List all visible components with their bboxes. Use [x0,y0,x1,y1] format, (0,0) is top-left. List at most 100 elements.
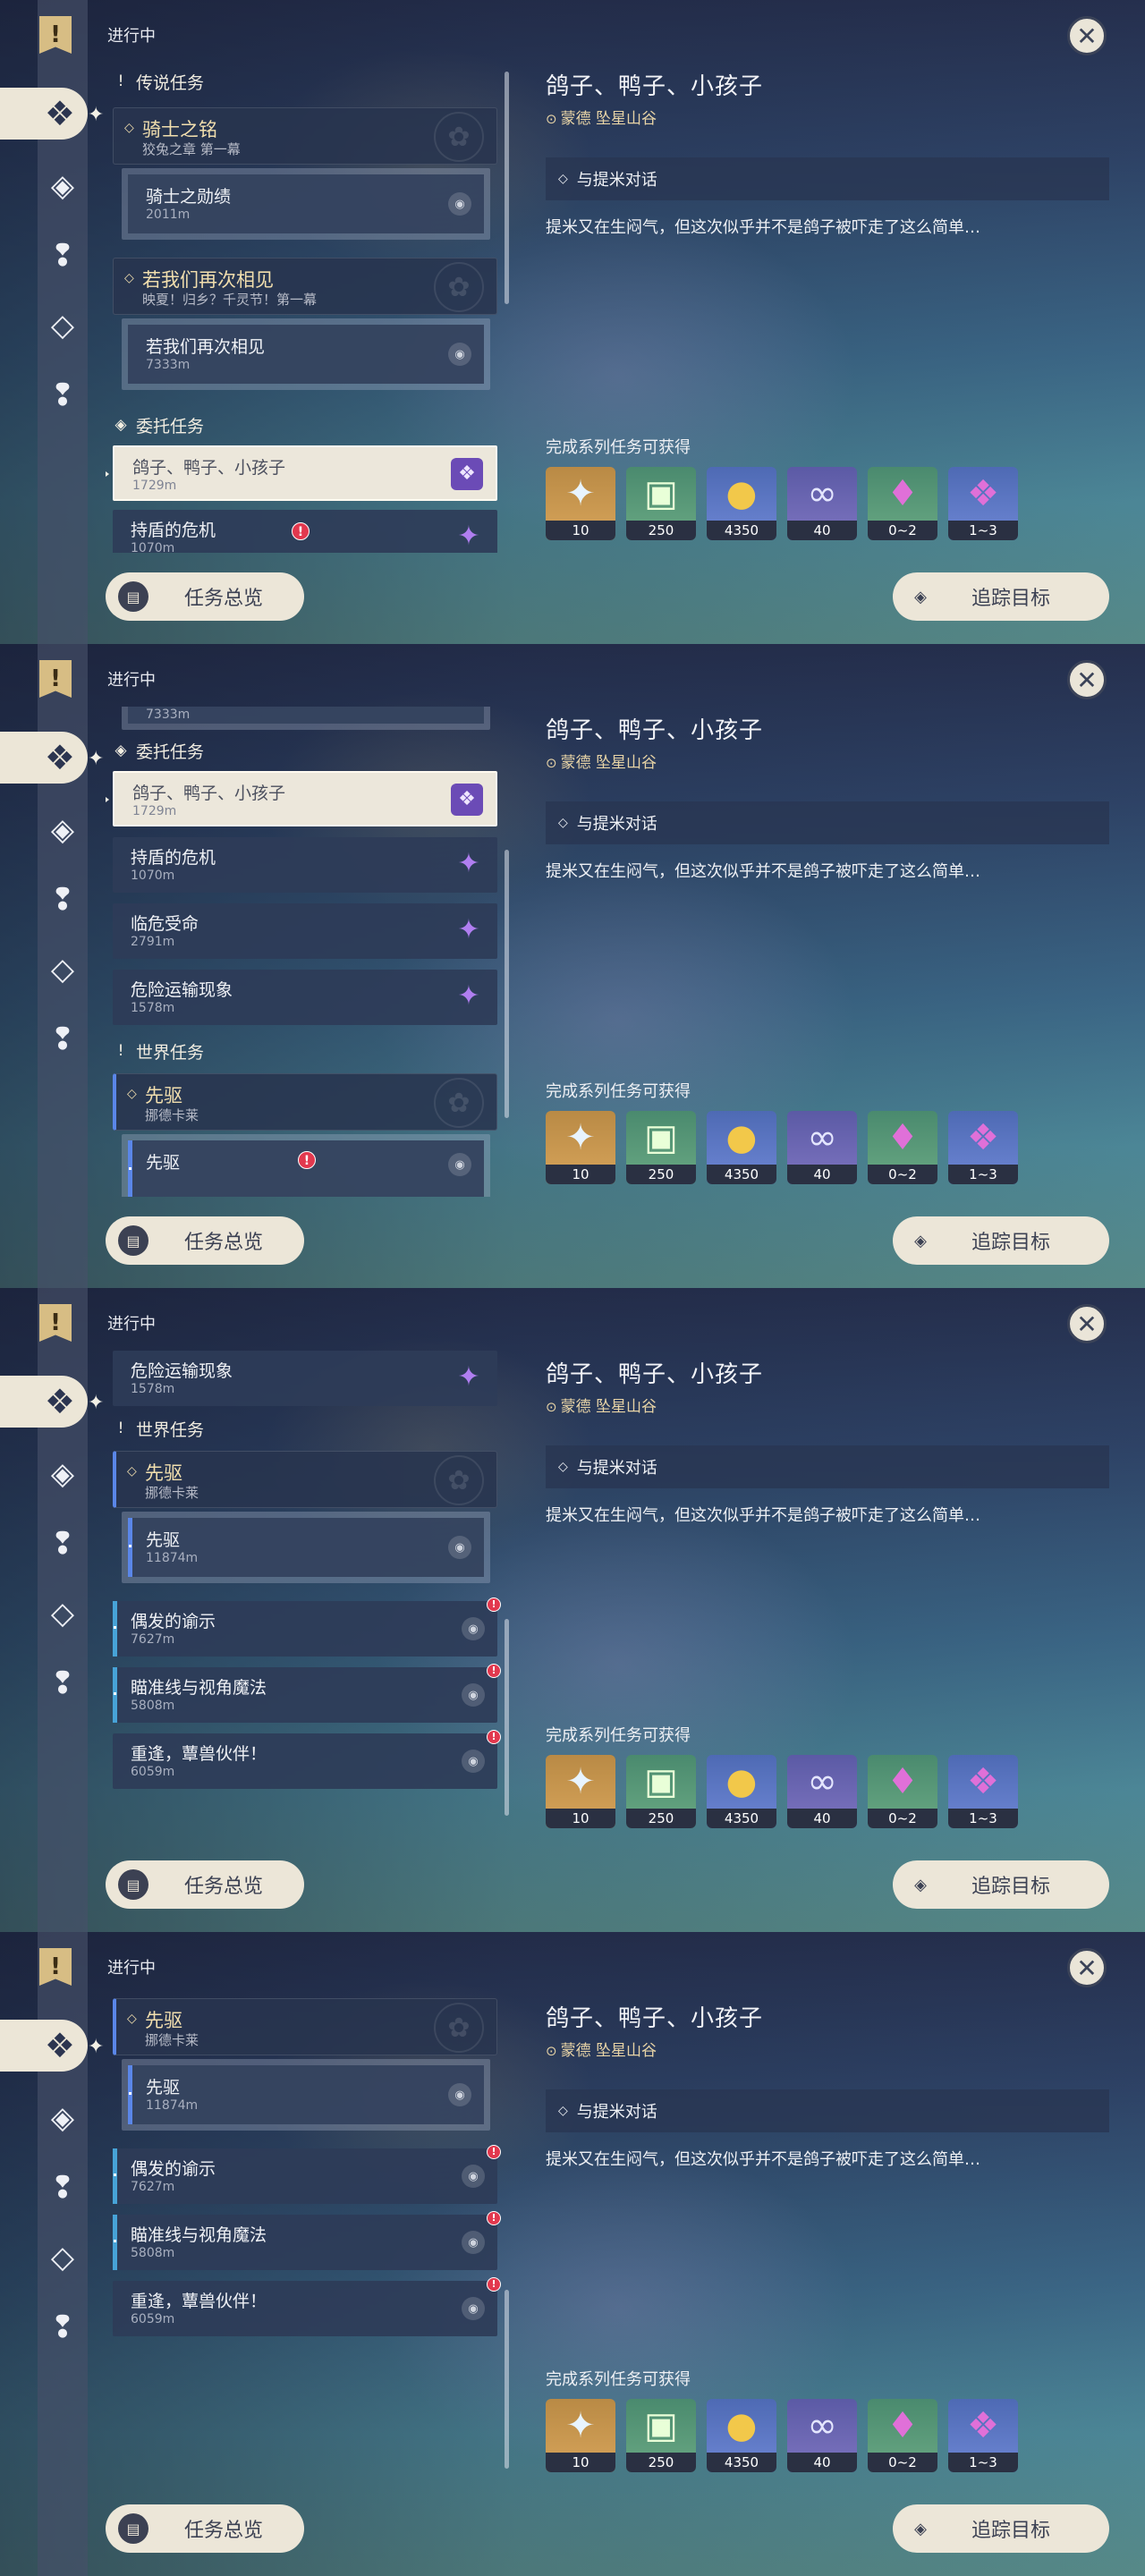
reward-mora[interactable]: ● 4350 [707,1111,776,1184]
tab-all-quests[interactable]: ❖ [0,732,88,784]
quest-list[interactable]: ! 传说任务 ◇ 骑士之铭 狡兔之章 第一幕 ✿ 骑士之勋绩 2011m ◉ ◇ … [106,63,506,553]
world-item-oracle[interactable]: 偶发的谕示 7627m ! ◉ [113,1597,501,1657]
tab-commission[interactable]: ◇ [34,297,91,354]
location-pin-icon[interactable]: ◉ [448,192,471,216]
tab-archon-quest[interactable]: ◈ [34,801,91,859]
location-pin-icon[interactable]: ◉ [462,1750,485,1773]
commission-item-pigeons[interactable]: 鸽子、鸭子、小孩子 1729m ❖ [106,771,497,826]
reward-mora[interactable]: ● 4350 [707,1755,776,1828]
close-button[interactable]: ✕ [1067,1948,1107,1987]
location-pin-icon[interactable]: ◉ [462,1617,485,1640]
commission-item-transport[interactable]: 危险运输现象 1578m ✦ [113,1351,497,1406]
reward-crystal-chunk[interactable]: ♦ 0~2 [868,1111,937,1184]
location-pin-icon[interactable]: ◉ [462,2297,485,2320]
reward-companionship-exp[interactable]: ∞ 40 [787,1755,857,1828]
world-item-reunion[interactable]: 重逢，蕈兽伙伴！ 6059m ! ◉ [113,1730,501,1789]
reward-crystal-cluster[interactable]: ❖ 1~3 [948,2399,1018,2472]
reward-primogem[interactable]: ✦ 10 [546,1111,615,1184]
quest-overview-button[interactable]: ▤ 任务总览 [106,1216,304,1265]
world-item-reunion[interactable]: 重逢，蕈兽伙伴！ 6059m ! ◉ [113,2277,501,2336]
tab-world-quest[interactable]: ❢ [34,367,91,424]
page-title: 进行中 [107,1315,156,1334]
reward-crystal-chunk[interactable]: ♦ 0~2 [868,2399,937,2472]
reward-adventure-exp[interactable]: ▣ 250 [626,467,696,540]
reward-companionship-exp[interactable]: ∞ 40 [787,1111,857,1184]
location-pin-icon[interactable]: ◉ [462,2165,485,2188]
quest-sub-pioneer[interactable]: 先驱 11874m ◉ [122,2059,490,2131]
reward-crystal-chunk[interactable]: ♦ 0~2 [868,1755,937,1828]
tab-commission[interactable]: ◇ [34,1585,91,1642]
tab-all-quests[interactable]: ❖ [0,1376,88,1428]
location-pin-icon[interactable]: ◉ [448,343,471,366]
location-pin-icon[interactable]: ◉ [448,2083,471,2106]
commission-item-shield[interactable]: 持盾的危机 1070m ✦ [113,837,497,893]
quest-sub-meet-again-partial[interactable]: 7333m [122,707,490,730]
reward-crystal-chunk[interactable]: ♦ 0~2 [868,467,937,540]
tab-world-quest[interactable]: ❢ [34,2299,91,2356]
reward-companionship-exp[interactable]: ∞ 40 [787,467,857,540]
scrollbar[interactable] [505,850,509,1118]
commission-item-transport[interactable]: 危险运输现象 1578m ✦ [113,970,497,1025]
quest-group-meet-again[interactable]: ◇ 若我们再次相见 映夏！归乡？千灵节！第一幕 ✿ [113,258,497,315]
scrollbar[interactable] [505,1619,509,1816]
reward-companionship-exp[interactable]: ∞ 40 [787,2399,857,2472]
location-pin-icon[interactable]: ◉ [448,1153,471,1176]
quest-sub-knight[interactable]: 骑士之勋绩 2011m ◉ [122,168,490,240]
reward-adventure-exp[interactable]: ▣ 250 [626,1755,696,1828]
quest-overview-button[interactable]: ▤ 任务总览 [106,1860,304,1909]
tab-world-quest[interactable]: ❢ [34,1011,91,1068]
scrollbar[interactable] [505,2290,509,2469]
tab-story-quest[interactable]: ❢ [34,2159,91,2216]
quest-group-pioneer[interactable]: ◇ 先驱 挪德卡莱 ✿ [113,1998,497,2055]
reward-mora[interactable]: ● 4350 [707,467,776,540]
scrollbar[interactable] [505,72,509,304]
tab-story-quest[interactable]: ❢ [34,871,91,928]
track-target-button[interactable]: ◈ 追踪目标 [893,572,1109,621]
reward-crystal-cluster[interactable]: ❖ 1~3 [948,467,1018,540]
track-target-button[interactable]: ◈ 追踪目标 [893,1860,1109,1909]
reward-primogem[interactable]: ✦ 10 [546,1755,615,1828]
quest-group-pioneer[interactable]: ◇ 先驱 挪德卡莱 ✿ [113,1073,497,1131]
track-target-button[interactable]: ◈ 追踪目标 [893,2504,1109,2553]
location-pin-icon[interactable]: ◉ [448,1536,471,1559]
world-item-oracle[interactable]: 偶发的谕示 7627m ! ◉ [113,2145,501,2204]
commission-item-shield[interactable]: 持盾的危机 1070m ! ✦ [113,510,497,553]
tab-story-quest[interactable]: ❢ [34,227,91,284]
reward-crystal-cluster[interactable]: ❖ 1~3 [948,1111,1018,1184]
reward-adventure-exp[interactable]: ▣ 250 [626,2399,696,2472]
quest-sub-pioneer[interactable]: 先驱 ! ◉ [122,1134,490,1197]
close-button[interactable]: ✕ [1067,1304,1107,1343]
quest-overview-button[interactable]: ▤ 任务总览 [106,2504,304,2553]
quest-list[interactable]: 7333m ◈ 委托任务 鸽子、鸭子、小孩子 1729m ❖ 持盾的危机 1070… [106,707,506,1197]
reward-primogem[interactable]: ✦ 10 [546,467,615,540]
location-pin-icon[interactable]: ◉ [462,2231,485,2254]
track-target-button[interactable]: ◈ 追踪目标 [893,1216,1109,1265]
tab-world-quest[interactable]: ❢ [34,1655,91,1712]
world-item-sightline[interactable]: 瞄准线与视角魔法 5808m ! ◉ [113,2211,501,2270]
close-button[interactable]: ✕ [1067,16,1107,55]
location-pin-icon[interactable]: ◉ [462,1683,485,1707]
close-button[interactable]: ✕ [1067,660,1107,699]
world-item-sightline[interactable]: 瞄准线与视角魔法 5808m ! ◉ [113,1664,501,1723]
quest-sub-meet-again[interactable]: 若我们再次相见 7333m ◉ [122,318,490,390]
tab-all-quests[interactable]: ❖ [0,2020,88,2072]
quest-sub-pioneer[interactable]: 先驱 11874m ◉ [122,1512,490,1583]
commission-item-pigeons[interactable]: 鸽子、鸭子、小孩子 1729m ❖ [106,445,497,501]
tab-archon-quest[interactable]: ◈ [34,1445,91,1503]
quest-list[interactable]: 危险运输现象 1578m ✦ ! 世界任务 ◇ 先驱 挪德卡莱 ✿ 先驱 1187… [106,1351,506,1841]
tab-commission[interactable]: ◇ [34,2229,91,2286]
quest-overview-button[interactable]: ▤ 任务总览 [106,572,304,621]
tab-story-quest[interactable]: ❢ [34,1515,91,1572]
commission-item-mission[interactable]: 临危受命 2791m ✦ [113,903,497,959]
tab-archon-quest[interactable]: ◈ [34,2089,91,2147]
reward-crystal-cluster[interactable]: ❖ 1~3 [948,1755,1018,1828]
tab-commission[interactable]: ◇ [34,941,91,998]
tab-all-quests[interactable]: ❖ [0,88,88,140]
reward-adventure-exp[interactable]: ▣ 250 [626,1111,696,1184]
quest-list[interactable]: ◇ 先驱 挪德卡莱 ✿ 先驱 11874m ◉ 偶发的谕示 7627m ! ◉ … [106,1995,506,2485]
quest-group-pioneer[interactable]: ◇ 先驱 挪德卡莱 ✿ [113,1451,497,1508]
tab-archon-quest[interactable]: ◈ [34,157,91,215]
quest-group-knight[interactable]: ◇ 骑士之铭 狡兔之章 第一幕 ✿ [113,107,497,165]
reward-mora[interactable]: ● 4350 [707,2399,776,2472]
reward-primogem[interactable]: ✦ 10 [546,2399,615,2472]
